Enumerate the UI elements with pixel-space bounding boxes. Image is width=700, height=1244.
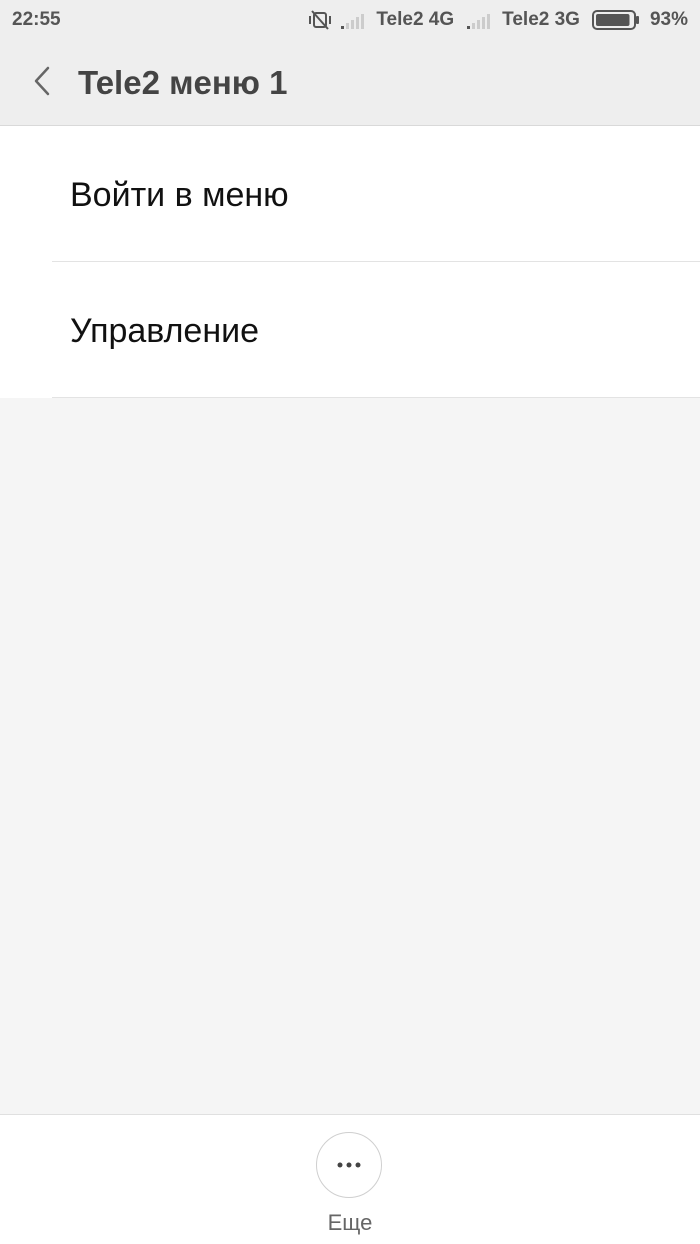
app-header: Tele2 меню 1 — [0, 40, 700, 126]
page-title: Tele2 меню 1 — [78, 64, 288, 101]
sim2-label: Tele2 3G — [502, 9, 580, 30]
divider — [52, 397, 700, 398]
menu-item-label: Войти в меню — [70, 176, 289, 214]
bottom-bar: Еще — [0, 1114, 700, 1244]
battery-icon — [591, 9, 640, 31]
signal-bars-icon — [466, 10, 492, 30]
more-label: Еще — [327, 1210, 373, 1235]
vibrate-off-icon — [308, 8, 332, 32]
status-bar: 22:55 Tele2 4G Tele2 3G 93% — [0, 0, 700, 40]
sim1-label: Tele2 4G — [376, 9, 455, 30]
battery-percent: 93% — [649, 9, 688, 30]
chevron-left-icon — [32, 65, 52, 102]
more-dots-icon — [336, 1156, 362, 1174]
more-button[interactable] — [316, 1132, 382, 1198]
menu-item-enter-menu[interactable]: Войти в меню — [0, 126, 700, 262]
status-icons: Tele2 4G Tele2 3G 93% — [308, 8, 688, 32]
status-time: 22:55 — [12, 9, 61, 30]
menu-list: Войти в меню Управление — [0, 126, 700, 398]
menu-item-management[interactable]: Управление — [0, 262, 700, 398]
back-button[interactable] — [22, 60, 62, 106]
menu-item-label: Управление — [70, 312, 260, 350]
signal-bars-icon — [340, 10, 366, 30]
